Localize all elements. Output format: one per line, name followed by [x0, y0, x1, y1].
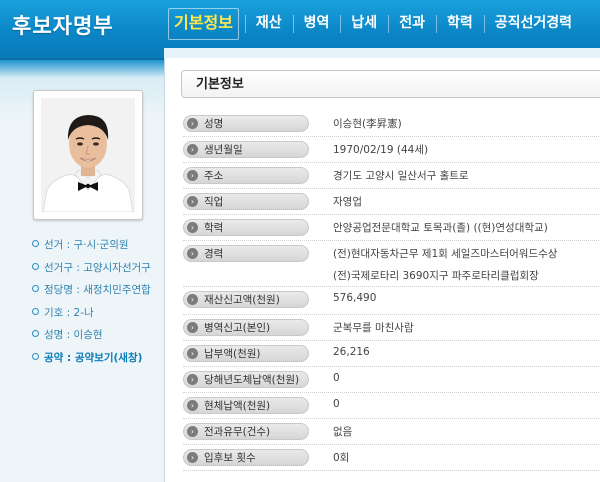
row-label: › 전과유무(건수) — [183, 423, 309, 440]
row-value: 안양공업전문대학교 토목과(졸) ((현)연성대학교) — [333, 222, 548, 234]
table-row: › 학력 안양공업전문대학교 토목과(졸) ((현)연성대학교) — [183, 214, 600, 241]
candidate-summary-list: 선거 : 구·시·군의원 선거구 : 고양시자선거구 정당명 : 새정치민주연합… — [32, 234, 151, 370]
table-row: › 주소 경기도 고양시 일산서구 홀트로 — [183, 162, 600, 189]
chevron-right-icon: › — [187, 294, 198, 305]
bullet-icon — [32, 240, 39, 247]
chevron-right-icon: › — [187, 322, 198, 333]
pledge-link[interactable]: 공약보기(새창) — [75, 352, 143, 364]
list-item-pledge: 공약 : 공약보기(새창) — [32, 347, 151, 370]
chevron-right-icon: › — [187, 144, 198, 155]
chevron-right-icon: › — [187, 170, 198, 181]
list-item-ballot-number: 기호 : 2-나 — [32, 302, 151, 325]
row-label: › 입후보 횟수 — [183, 449, 309, 466]
row-label: › 성명 — [183, 115, 309, 132]
row-value: (전)현대자동차근무 제1회 세일즈마스터어워드수상 (전)국제로타리 3690지… — [333, 248, 558, 282]
row-value: 군복무를 마친사람 — [333, 322, 414, 334]
row-value: 0 — [333, 398, 340, 410]
row-value: 576,490 — [333, 292, 377, 304]
table-row: › 경력 (전)현대자동차근무 제1회 세일즈마스터어워드수상 (전)국제로타리 36… — [183, 240, 600, 287]
section-title: 기본정보 — [181, 70, 600, 98]
list-item-district: 선거구 : 고양시자선거구 — [32, 257, 151, 280]
chevron-right-icon: › — [187, 118, 198, 129]
row-value: 26,216 — [333, 346, 370, 358]
main-nav: 기본정보 재산 병역 납세 전과 학력 공직선거경력 — [162, 0, 583, 48]
table-row: › 병역신고(본인) 군복무를 마친사람 — [183, 314, 600, 341]
list-item-name: 성명 : 이승현 — [32, 324, 151, 347]
row-label: › 병역신고(본인) — [183, 319, 309, 336]
row-value: 경기도 고양시 일산서구 홀트로 — [333, 170, 469, 182]
bullet-icon — [32, 307, 39, 315]
tab-military[interactable]: 병역 — [292, 0, 341, 48]
tab-education[interactable]: 학력 — [435, 0, 484, 48]
chevron-right-icon: › — [187, 400, 198, 411]
bullet-icon — [32, 352, 39, 360]
tab-basic-info[interactable]: 기본정보 — [162, 0, 245, 48]
chevron-right-icon: › — [187, 222, 198, 233]
row-label: › 학력 — [183, 219, 309, 236]
main-content: 기본정보 › 성명 이승현(李昇憲) › 생년월일 1970/02/19 (44세) › 주소… — [164, 58, 600, 482]
chevron-right-icon: › — [187, 374, 198, 385]
table-row: › 현체납액(천원) 0 — [183, 392, 600, 419]
table-row: › 재산신고액(천원) 576,490 — [183, 286, 600, 315]
bullet-icon — [32, 285, 39, 293]
tab-election-career[interactable]: 공직선거경력 — [483, 0, 583, 48]
row-label: › 주소 — [183, 167, 309, 184]
app-title: 후보자명부 — [12, 14, 114, 38]
chevron-right-icon: › — [187, 426, 198, 437]
row-value: 없음 — [333, 426, 353, 438]
chevron-right-icon: › — [187, 452, 198, 463]
chevron-right-icon: › — [187, 248, 198, 259]
bullet-icon — [32, 262, 39, 270]
row-label: › 직업 — [183, 193, 309, 210]
candidate-photo-frame — [33, 90, 143, 220]
table-row: › 납부액(천원) 26,216 — [183, 340, 600, 367]
row-value: 0 — [333, 372, 340, 384]
candidate-sidebar: 선거 : 구·시·군의원 선거구 : 고양시자선거구 정당명 : 새정치민주연합… — [0, 60, 164, 482]
row-value: 자영업 — [333, 196, 362, 208]
row-value: 0회 — [333, 452, 350, 464]
table-row: › 전과유무(건수) 없음 — [183, 418, 600, 445]
list-item-election: 선거 : 구·시·군의원 — [32, 234, 151, 257]
tab-assets[interactable]: 재산 — [244, 0, 293, 48]
bullet-icon — [32, 330, 39, 338]
row-label: › 현체납액(천원) — [183, 397, 309, 414]
row-value: 1970/02/19 (44세) — [333, 144, 429, 156]
row-label: › 재산신고액(천원) — [183, 291, 309, 308]
table-row: › 입후보 횟수 0회 — [183, 444, 600, 471]
candidate-photo — [41, 98, 135, 212]
nav-underline-strip — [164, 48, 600, 58]
tab-criminal-record[interactable]: 전과 — [388, 0, 436, 48]
row-value: 이승현(李昇憲) — [333, 118, 402, 130]
chevron-right-icon: › — [187, 196, 198, 207]
table-row: › 직업 자영업 — [183, 188, 600, 215]
tab-tax[interactable]: 납세 — [340, 0, 388, 48]
table-row: › 생년월일 1970/02/19 (44세) — [183, 136, 600, 163]
table-row: › 성명 이승현(李昇憲) — [183, 110, 600, 137]
chevron-right-icon: › — [187, 348, 198, 359]
row-label: › 당해년도체납액(천원) — [183, 371, 309, 388]
table-row: › 당해년도체납액(천원) 0 — [183, 366, 600, 393]
portrait-illustration — [41, 98, 135, 212]
list-item-party: 정당명 : 새정치민주연합 — [32, 279, 151, 302]
row-label: › 납부액(천원) — [183, 345, 309, 362]
row-label: › 생년월일 — [183, 141, 309, 158]
row-label: › 경력 — [183, 245, 309, 262]
